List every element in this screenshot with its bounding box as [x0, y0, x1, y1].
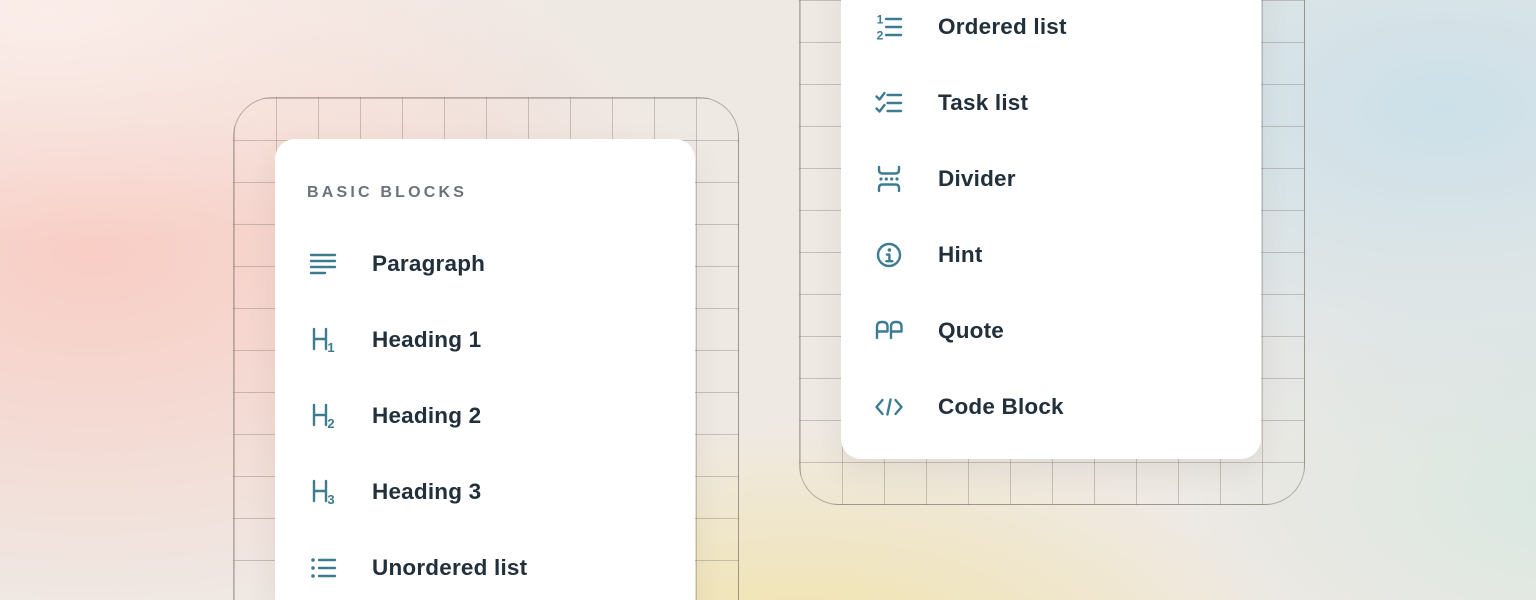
menu-item-label: Divider [938, 166, 1016, 192]
menu-item-label: Heading 3 [372, 479, 481, 505]
heading-3-icon: 3 [307, 476, 339, 508]
paragraph-icon [307, 248, 339, 280]
section-header-basic-blocks: BASIC BLOCKS [307, 183, 467, 203]
menu-item-quote[interactable]: Quote [841, 293, 1261, 369]
menu-item-code-block[interactable]: Code Block [841, 369, 1261, 445]
menu-item-label: Heading 1 [372, 327, 481, 353]
svg-text:3: 3 [327, 492, 334, 507]
menu-item-paragraph[interactable]: Paragraph [275, 226, 695, 302]
quote-icon [873, 315, 905, 347]
ordered-list-icon: 1 2 [873, 11, 905, 43]
menu-item-label: Paragraph [372, 251, 485, 277]
menu-item-label: Task list [938, 90, 1028, 116]
code-block-icon [873, 391, 905, 423]
blocks-menu-continued: 1 2 Ordered list Task list [841, 0, 1261, 459]
menu-item-divider[interactable]: Divider [841, 141, 1261, 217]
task-list-icon [873, 87, 905, 119]
unordered-list-icon [307, 552, 339, 584]
heading-2-icon: 2 [307, 400, 339, 432]
menu-item-label: Heading 2 [372, 403, 481, 429]
divider-icon [873, 163, 905, 195]
menu-item-ordered-list[interactable]: 1 2 Ordered list [841, 0, 1261, 65]
basic-blocks-menu: BASIC BLOCKS Paragraph 1 Heading 1 [275, 139, 695, 600]
svg-text:2: 2 [877, 29, 884, 43]
svg-text:1: 1 [877, 13, 884, 27]
hero-background: BASIC BLOCKS Paragraph 1 Heading 1 [0, 0, 1536, 600]
menu-item-task-list[interactable]: Task list [841, 65, 1261, 141]
menu-item-heading-2[interactable]: 2 Heading 2 [275, 378, 695, 454]
menu-item-hint[interactable]: Hint [841, 217, 1261, 293]
svg-text:1: 1 [327, 340, 334, 355]
svg-text:2: 2 [327, 416, 334, 431]
menu-item-heading-1[interactable]: 1 Heading 1 [275, 302, 695, 378]
menu-item-heading-3[interactable]: 3 Heading 3 [275, 454, 695, 530]
menu-item-unordered-list[interactable]: Unordered list [275, 530, 695, 600]
menu-item-label: Ordered list [938, 14, 1067, 40]
heading-1-icon: 1 [307, 324, 339, 356]
menu-item-label: Quote [938, 318, 1004, 344]
hint-icon [873, 239, 905, 271]
menu-item-label: Code Block [938, 394, 1064, 420]
menu-item-label: Unordered list [372, 555, 527, 581]
menu-item-label: Hint [938, 242, 983, 268]
